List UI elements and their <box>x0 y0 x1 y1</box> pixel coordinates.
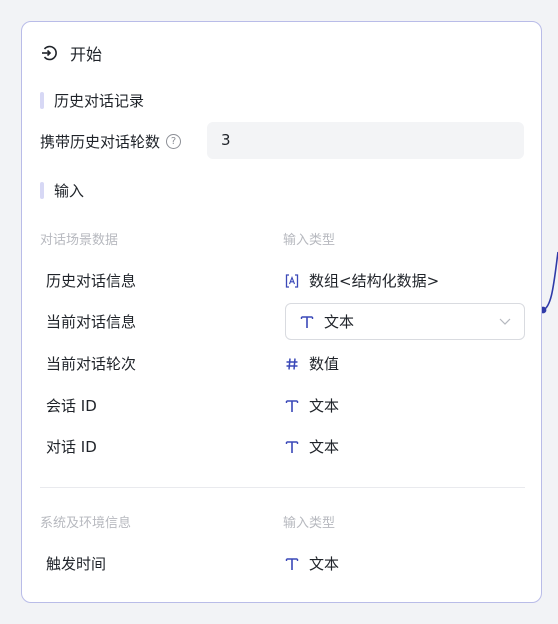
input-row-type: 文本 <box>285 436 339 457</box>
history-rounds-input[interactable]: 3 <box>207 122 524 159</box>
type-label: 文本 <box>309 397 340 415</box>
input-row-type: 文本 <box>285 395 339 416</box>
type-label: 数组<结构化数据> <box>309 272 440 290</box>
input-row-name: 当前对话轮次 <box>46 355 137 373</box>
input-row-type: 数组<结构化数据> <box>285 270 439 291</box>
input-row-type: 数值 <box>285 353 339 374</box>
input-row-name: 触发时间 <box>46 555 107 573</box>
input-row-name: 对话 ID <box>46 438 97 456</box>
type-label: 数值 <box>309 355 340 373</box>
type-label: 文本 <box>309 555 340 573</box>
input-row-name: 当前对话信息 <box>46 313 137 331</box>
number-icon <box>285 356 299 372</box>
history-section-title: 历史对话记录 <box>54 92 145 110</box>
input-row-name: 会话 ID <box>46 397 97 415</box>
column-header-type: 输入类型 <box>283 516 336 531</box>
history-rounds-row: 携带历史对话轮数 ? 3 <box>40 122 525 160</box>
column-header-name: 对话场景数据 <box>40 233 119 248</box>
history-rounds-label: 携带历史对话轮数 <box>40 133 161 151</box>
group-divider <box>40 487 525 488</box>
type-select[interactable]: 文本 <box>285 303 525 340</box>
text-type-icon <box>285 556 299 572</box>
history-section-heading: 历史对话记录 <box>40 90 144 111</box>
input-row-name: 历史对话信息 <box>46 272 137 290</box>
text-type-icon <box>300 314 314 330</box>
input-row-type: 文本 <box>285 553 339 574</box>
section-bar <box>40 182 44 199</box>
text-type-icon <box>285 398 299 414</box>
select-value: 文本 <box>324 313 355 331</box>
start-node-card[interactable]: 开始 历史对话记录 携带历史对话轮数 ? 3 输入 对话场景数据 输入类型 历史… <box>21 21 542 603</box>
login-icon <box>40 44 58 62</box>
node-title: 开始 <box>70 45 103 64</box>
type-label: 文本 <box>309 438 340 456</box>
help-icon[interactable]: ? <box>166 134 182 149</box>
column-header-type: 输入类型 <box>283 233 336 248</box>
section-bar <box>40 92 44 109</box>
inputs-section-title: 输入 <box>54 182 85 200</box>
array-icon <box>285 273 299 289</box>
inputs-section-heading: 输入 <box>40 180 84 201</box>
history-rounds-label-group: 携带历史对话轮数 ? <box>40 131 182 152</box>
node-header: 开始 <box>40 42 102 64</box>
chevron-down-icon <box>498 314 512 332</box>
column-header-name: 系统及环境信息 <box>40 516 132 531</box>
text-type-icon <box>285 439 299 455</box>
